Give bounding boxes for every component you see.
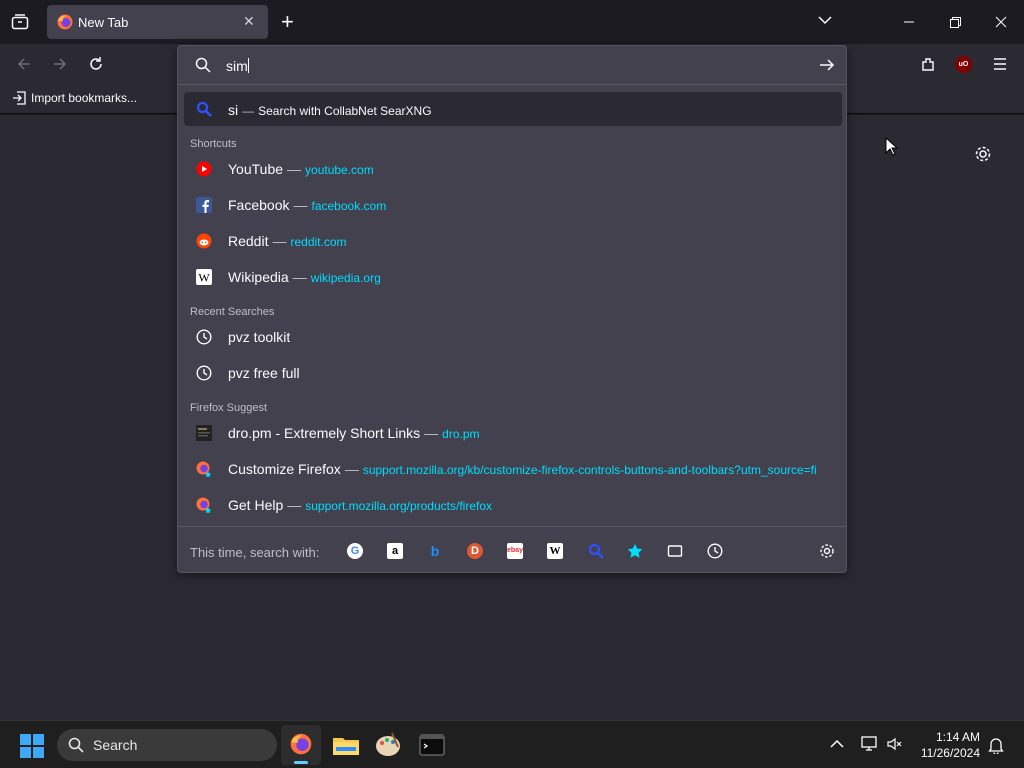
- taskbar-firefox-button[interactable]: [281, 725, 321, 765]
- title-bar: New Tab ✕ +: [0, 0, 1024, 44]
- recent-search-item[interactable]: pvz toolkit: [184, 320, 842, 354]
- terminal-icon[interactable]: [416, 729, 448, 761]
- forward-icon[interactable]: [52, 56, 68, 72]
- wikipedia-icon: W: [196, 269, 212, 285]
- history-icon[interactable]: [707, 543, 723, 559]
- one-off-search-bar: This time, search with: G a b D ebay W: [178, 526, 846, 572]
- suggest-item-customize-firefox[interactable]: Customize Firefox — support.mozilla.org/kb…: [184, 452, 842, 486]
- bing-icon[interactable]: b: [427, 543, 443, 559]
- firefox-view-icon[interactable]: [11, 14, 29, 30]
- volume-muted-icon[interactable]: [886, 736, 904, 752]
- import-icon: [13, 91, 26, 105]
- shortcut-youtube[interactable]: YouTube — youtube.com: [184, 152, 842, 186]
- firefox-star-icon: [196, 461, 212, 477]
- taskbar-search-label: Search: [93, 737, 138, 753]
- firefox-icon: [57, 14, 73, 30]
- urlbar-input-row[interactable]: sim: [178, 46, 846, 85]
- searxng-icon: [196, 101, 212, 117]
- suggest-item-dropm[interactable]: dro.pm - Extremely Short Links — dro.pm: [184, 416, 842, 450]
- search-icon: [68, 737, 84, 753]
- taskbar-time[interactable]: 1:14 AM: [936, 730, 980, 744]
- minimize-icon[interactable]: [899, 12, 919, 32]
- group-label-recent-searches: Recent Searches: [190, 306, 275, 318]
- dropm-favicon-icon: [196, 425, 212, 441]
- taskbar-search-box[interactable]: Search: [57, 729, 277, 761]
- tabs-icon[interactable]: [667, 543, 683, 559]
- extensions-icon[interactable]: [920, 56, 937, 73]
- group-label-shortcuts: Shortcuts: [190, 138, 237, 150]
- restore-icon[interactable]: [945, 12, 965, 32]
- import-bookmarks-label: Import bookmarks...: [31, 91, 138, 105]
- chevron-down-icon[interactable]: [818, 15, 832, 25]
- shortcut-reddit[interactable]: Reddit — reddit.com: [184, 224, 842, 258]
- history-clock-icon: [196, 329, 212, 345]
- searxng-engine-icon[interactable]: [588, 543, 604, 559]
- amazon-icon[interactable]: a: [387, 543, 403, 559]
- back-icon[interactable]: [16, 56, 32, 72]
- wikipedia-engine-icon[interactable]: W: [547, 543, 563, 559]
- ebay-icon[interactable]: ebay: [507, 543, 523, 559]
- close-tab-button[interactable]: ✕: [243, 13, 255, 30]
- shortcut-facebook[interactable]: Facebook — facebook.com: [184, 188, 842, 222]
- shortcut-wikipedia[interactable]: W Wikipedia — wikipedia.org: [184, 260, 842, 294]
- reload-icon[interactable]: [88, 56, 104, 72]
- notification-bell-icon[interactable]: [988, 736, 1004, 754]
- chevron-up-icon[interactable]: [830, 738, 844, 750]
- hamburger-menu-icon[interactable]: [992, 56, 1008, 72]
- go-arrow-icon[interactable]: [819, 57, 835, 73]
- search-suggestion-selected[interactable]: si — Search with CollabNet SearXNG: [184, 92, 842, 126]
- history-clock-icon: [196, 365, 212, 381]
- youtube-icon: [196, 161, 212, 177]
- reddit-icon: [196, 233, 212, 249]
- new-tab-button[interactable]: +: [281, 9, 294, 35]
- ublock-origin-icon[interactable]: uO: [955, 56, 972, 73]
- urlbar-input[interactable]: sim: [226, 58, 249, 74]
- group-label-firefox-suggest: Firefox Suggest: [190, 402, 268, 414]
- tab-title: New Tab: [78, 15, 129, 30]
- facebook-icon: [196, 197, 212, 213]
- taskbar-date[interactable]: 11/26/2024: [921, 746, 980, 760]
- windows-start-icon[interactable]: [20, 734, 44, 758]
- windows-taskbar: Search 1:14 AM 11/26/2024: [0, 720, 1024, 768]
- paint-icon[interactable]: [372, 729, 404, 761]
- network-icon[interactable]: [861, 736, 879, 752]
- bookmarks-star-icon[interactable]: [627, 543, 643, 559]
- mouse-cursor-icon: [885, 137, 899, 156]
- urlbar-dropdown: sim si — Search with CollabNet SearXNG Sho…: [177, 45, 847, 573]
- duckduckgo-icon[interactable]: D: [467, 543, 483, 559]
- import-bookmarks-button[interactable]: Import bookmarks...: [12, 91, 137, 105]
- file-explorer-icon[interactable]: [330, 729, 362, 761]
- gear-icon[interactable]: [974, 145, 992, 163]
- close-window-icon[interactable]: [991, 12, 1011, 32]
- recent-search-item[interactable]: pvz free full: [184, 356, 842, 390]
- firefox-star-icon: [196, 497, 212, 513]
- firefox-icon: [290, 733, 312, 755]
- one-off-label: This time, search with:: [190, 545, 320, 560]
- search-settings-gear-icon[interactable]: [819, 543, 835, 559]
- tab-new-tab[interactable]: New Tab ✕: [47, 5, 268, 39]
- google-icon[interactable]: G: [347, 543, 363, 559]
- svg-text:W: W: [198, 271, 210, 285]
- search-icon: [195, 57, 211, 73]
- suggest-item-get-help[interactable]: Get Help — support.mozilla.org/products/fi…: [184, 488, 842, 522]
